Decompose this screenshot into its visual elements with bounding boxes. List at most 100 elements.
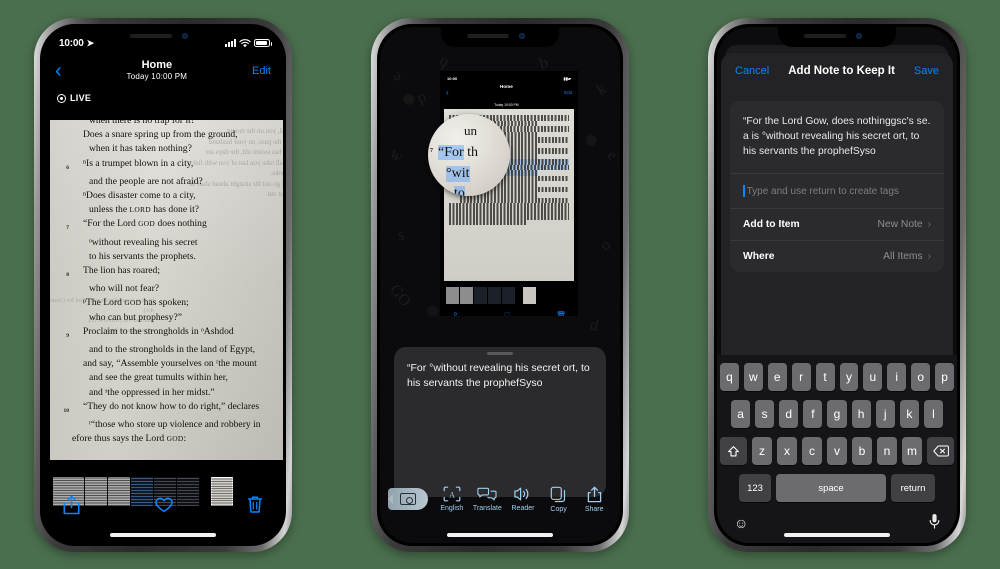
tool-reader[interactable]: Reader <box>505 486 541 512</box>
key-q[interactable]: q <box>719 363 739 391</box>
note-text-field[interactable]: “For the Lord Gow, does nothinggsc's se.… <box>730 101 944 174</box>
cancel-button[interactable]: Cancel <box>735 65 769 77</box>
verse-text: Does a snare spring up from the ground, <box>83 129 238 141</box>
key-v[interactable]: v <box>827 437 847 465</box>
emoji-icon[interactable]: ☺ <box>734 515 748 531</box>
translate-icon <box>477 487 497 501</box>
key-m[interactable]: m <box>902 437 922 465</box>
live-text-camera-icon[interactable] <box>388 488 428 510</box>
verse-number <box>58 128 72 142</box>
earpiece-speaker <box>804 34 846 38</box>
save-button[interactable]: Save <box>914 65 939 77</box>
return-key[interactable]: return <box>891 474 935 502</box>
verse-number <box>58 371 72 385</box>
mini-title: Home <box>499 83 513 89</box>
key-x[interactable]: x <box>777 437 797 465</box>
shift-key[interactable] <box>720 437 747 465</box>
key-n[interactable]: n <box>877 437 897 465</box>
loupe-verse-number: 7 <box>430 148 433 154</box>
key-h[interactable]: h <box>851 400 871 428</box>
tool-copy[interactable]: Copy <box>541 486 577 513</box>
edit-button[interactable]: Edit <box>252 65 271 77</box>
key-t[interactable]: t <box>815 363 835 391</box>
key-f[interactable]: f <box>803 400 823 428</box>
key-o[interactable]: o <box>911 363 931 391</box>
heart-icon[interactable] <box>154 497 173 518</box>
scripture-column: when there is no trap for it? Does a snar… <box>50 120 283 446</box>
mini-bottom-toolbar: ⇪ ♡ 🗑 <box>440 308 578 317</box>
key-d[interactable]: d <box>779 400 799 428</box>
scripture-line: Does a snare spring up from the ground, <box>58 128 279 142</box>
verse-text: and ˢthe oppressed in her midst.” <box>89 386 215 398</box>
svg-text:A: A <box>449 491 455 500</box>
scripture-line: ᵖThe Lord GOD has spoken; <box>58 296 279 310</box>
tool-share[interactable]: Share <box>576 486 612 513</box>
trash-icon[interactable] <box>247 495 263 519</box>
key-l[interactable]: l <box>923 400 943 428</box>
key-g[interactable]: g <box>827 400 847 428</box>
verse-text: and see the great tumults within her, <box>89 372 228 384</box>
key-i[interactable]: i <box>887 363 907 391</box>
home-indicator[interactable] <box>784 533 890 537</box>
home-indicator[interactable] <box>110 533 216 537</box>
key-e[interactable]: e <box>767 363 787 391</box>
tool-label: English <box>440 505 464 512</box>
tool-label: Translate <box>472 505 502 512</box>
extracted-text: “For °without revealing his secret ort, … <box>407 362 590 389</box>
scripture-line: who can but prophesy?” <box>58 311 279 325</box>
key-s[interactable]: s <box>755 400 775 428</box>
key-p[interactable]: p <box>935 363 955 391</box>
live-photo-badge[interactable]: LIVE <box>57 93 91 103</box>
key-z[interactable]: z <box>752 437 772 465</box>
live-icon <box>57 93 66 103</box>
keyboard-letters-row-3: zxcvbnm <box>752 437 922 465</box>
chevron-right-icon: › <box>927 219 931 230</box>
key-w[interactable]: w <box>743 363 763 391</box>
key-j[interactable]: j <box>875 400 895 428</box>
key-u[interactable]: u <box>863 363 883 391</box>
row-add-to-item[interactable]: Add to Item New Note › <box>730 209 944 241</box>
shift-icon <box>728 445 739 456</box>
row-where[interactable]: Where All Items › <box>730 241 944 272</box>
key-a[interactable]: a <box>731 400 751 428</box>
numbers-key[interactable]: 123 <box>739 474 771 502</box>
key-r[interactable]: r <box>791 363 811 391</box>
row-value: New Note <box>877 219 923 230</box>
tags-input-row[interactable]: Type and use return to create tags <box>730 174 944 209</box>
status-time: 10:00 <box>59 37 84 49</box>
key-y[interactable]: y <box>839 363 859 391</box>
verse-text: ᵗ“those who store up violence and robber… <box>89 419 261 431</box>
verse-text: and the people are not afraid? <box>89 175 203 187</box>
photo-image[interactable]: ord, you on the mount as the pass, on you… <box>50 120 283 460</box>
tool-translate[interactable]: Translate <box>470 486 506 512</box>
tool-english[interactable]: A English <box>434 486 470 512</box>
scripture-line: 10 “They do not know how to do right,” de… <box>58 400 279 418</box>
extracted-text-card[interactable]: “For °without revealing his secret ort, … <box>394 347 606 497</box>
verse-number <box>58 189 72 203</box>
page-title: Home <box>141 59 173 71</box>
verse-number <box>58 418 72 432</box>
home-indicator[interactable] <box>447 533 553 537</box>
space-key[interactable]: space <box>776 474 886 502</box>
mini-edit-button[interactable]: Edit <box>564 90 572 95</box>
keyboard-bottom-row: ☺ <box>720 511 954 532</box>
key-k[interactable]: k <box>899 400 919 428</box>
status-right <box>225 38 272 48</box>
verse-text: “For the Lord GOD does nothing <box>83 218 207 230</box>
scripture-line: 9 Proclaim to the strongholds in ᵒAshdod <box>58 325 279 343</box>
scripture-line: when it has taken nothing? <box>58 142 279 156</box>
phone-photos-app: 10:00 ➤ ‹ Home Today 10:00 PM Edit LIVE … <box>34 18 292 552</box>
share-icon[interactable] <box>63 495 80 520</box>
back-button[interactable]: ‹ <box>55 61 62 81</box>
drag-handle[interactable] <box>487 352 513 355</box>
key-c[interactable]: c <box>802 437 822 465</box>
row-label: Where <box>743 251 775 262</box>
key-b[interactable]: b <box>852 437 872 465</box>
verse-text: when there is no trap for it? <box>89 120 196 126</box>
location-arrow-icon: ➤ <box>86 37 95 48</box>
verse-number <box>58 203 72 217</box>
microphone-icon[interactable] <box>929 513 940 532</box>
mini-share-icon: ⇪ <box>452 310 459 317</box>
backspace-key[interactable] <box>927 437 954 465</box>
scripture-line: ⁿDoes disaster come to a city, <box>58 189 279 203</box>
